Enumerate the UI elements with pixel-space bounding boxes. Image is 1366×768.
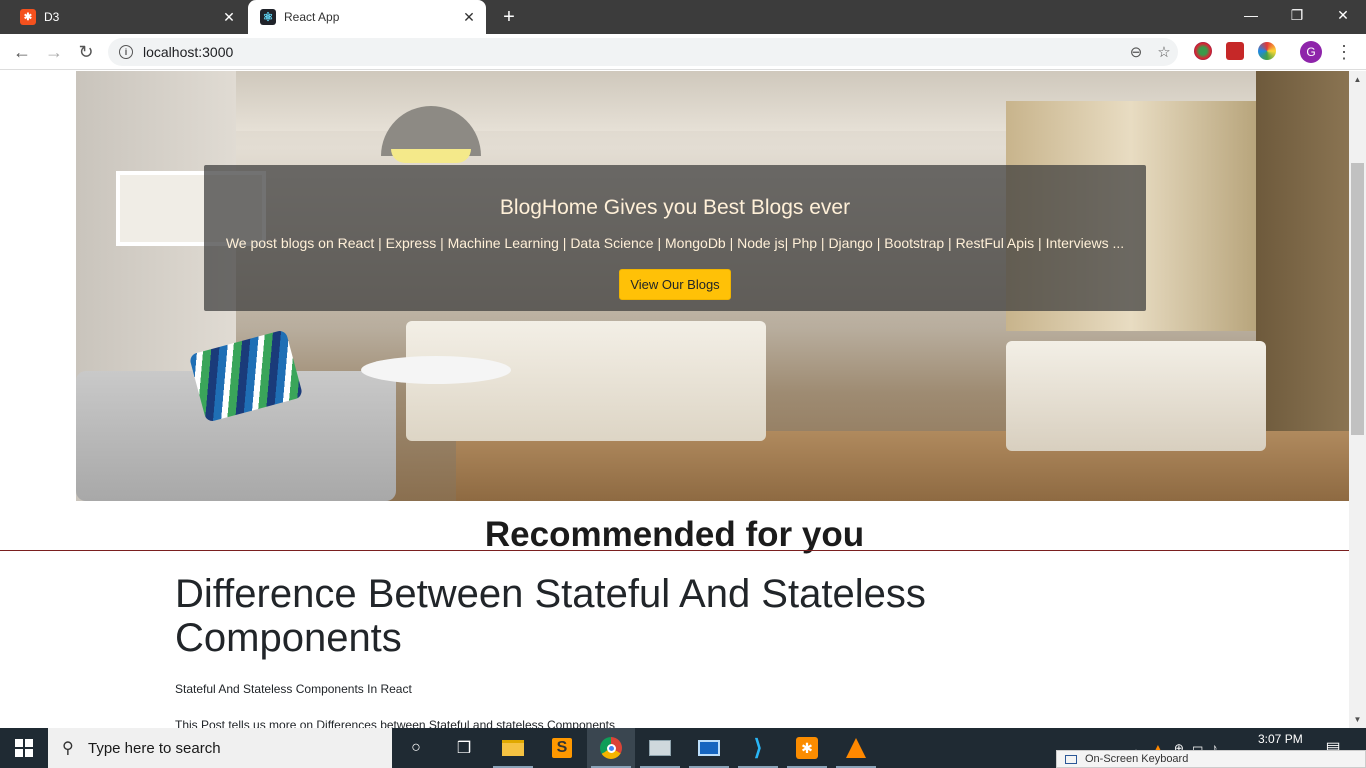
photos-icon[interactable] <box>636 728 684 768</box>
post-description: This Post tells us more on Differences b… <box>175 718 616 728</box>
keyboard-icon <box>1065 754 1077 764</box>
hero-title: BlogHome Gives you Best Blogs ever <box>499 196 851 219</box>
chrome-icon[interactable] <box>587 728 635 768</box>
on-screen-keyboard-window[interactable]: On-Screen Keyboard <box>1056 750 1366 768</box>
start-button[interactable] <box>0 728 48 768</box>
post-title[interactable]: Difference Between Stateful And Stateles… <box>175 572 1075 660</box>
windows-taskbar: ⚲ Type here to search ○ ❒ S ⟩ ✱ ︿ ▲ ⊕ ▭ … <box>0 728 1366 768</box>
address-bar[interactable]: i localhost:3000 ⊖ ☆ <box>108 38 1178 66</box>
browser-tab-strip: ✱ D3 ✕ ⚛ React App ✕ + — ❐ ✕ <box>0 0 1366 34</box>
close-tab-icon[interactable]: ✕ <box>458 6 480 28</box>
taskbar-search-box[interactable]: ⚲ Type here to search <box>48 728 392 768</box>
recommended-heading: Recommended for you <box>484 515 865 554</box>
page-viewport: BlogHome Gives you Best Blogs ever We po… <box>0 71 1349 728</box>
close-window-icon[interactable]: ✕ <box>1320 0 1366 30</box>
divider <box>0 550 1349 551</box>
browser-toolbar: ← → ↻ i localhost:3000 ⊖ ☆ <box>0 34 1366 70</box>
file-explorer-icon[interactable] <box>489 728 537 768</box>
task-view-icon[interactable]: ❒ <box>440 728 488 768</box>
tab-d3[interactable]: ✱ D3 ✕ <box>8 0 246 34</box>
react-favicon-icon: ⚛ <box>260 9 276 25</box>
scroll-down-arrow-icon[interactable]: ▼ <box>1349 711 1366 728</box>
url-text[interactable]: localhost:3000 <box>143 44 1122 60</box>
xampp-icon[interactable]: ✱ <box>783 728 831 768</box>
extension-red-icon[interactable] <box>1226 42 1244 60</box>
tab-title: D3 <box>44 10 60 24</box>
hero-bed-2 <box>1006 341 1266 451</box>
back-arrow-icon[interactable]: ← <box>8 38 36 66</box>
profile-avatar[interactable]: G <box>1300 41 1322 63</box>
browser-menu-icon[interactable]: ⋮ <box>1334 38 1354 66</box>
taskbar-clock[interactable]: 3:07 PM <box>1258 732 1303 746</box>
extension-globe-icon[interactable] <box>1194 42 1212 60</box>
site-info-icon[interactable]: i <box>119 45 133 59</box>
cortana-icon[interactable]: ○ <box>392 728 440 768</box>
minimize-window-icon[interactable]: — <box>1228 0 1274 30</box>
osk-title: On-Screen Keyboard <box>1085 753 1189 765</box>
tab-react-app[interactable]: ⚛ React App ✕ <box>248 0 486 34</box>
post-subtitle: Stateful And Stateless Components In Rea… <box>175 682 412 696</box>
vlc-icon[interactable] <box>832 728 880 768</box>
tab-title: React App <box>284 10 340 24</box>
hero-lamp-glow <box>391 149 471 163</box>
search-icon: ⚲ <box>62 740 74 757</box>
page-scrollbar[interactable]: ▲ ▼ <box>1349 71 1366 728</box>
forward-arrow-icon[interactable]: → <box>40 38 68 66</box>
xampp-favicon-icon: ✱ <box>20 9 36 25</box>
reload-icon[interactable]: ↻ <box>72 38 100 66</box>
new-tab-button[interactable]: + <box>496 5 522 29</box>
restore-window-icon[interactable]: ❐ <box>1274 0 1320 30</box>
hero-table <box>361 356 511 384</box>
view-blogs-button[interactable]: View Our Blogs <box>619 269 731 300</box>
scroll-up-arrow-icon[interactable]: ▲ <box>1349 71 1366 88</box>
search-placeholder: Type here to search <box>88 739 221 757</box>
bookmark-star-icon[interactable]: ☆ <box>1150 38 1178 66</box>
sublime-icon[interactable]: S <box>538 728 586 768</box>
scrollbar-thumb[interactable] <box>1351 163 1364 435</box>
remote-desktop-icon[interactable] <box>685 728 733 768</box>
windows-logo-icon <box>15 739 33 757</box>
extension-color-wheel-icon[interactable] <box>1258 42 1276 60</box>
close-tab-icon[interactable]: ✕ <box>218 6 240 28</box>
hero-subtitle: We post blogs on React | Express | Machi… <box>225 235 1125 251</box>
zoom-icon[interactable]: ⊖ <box>1122 38 1150 66</box>
hero-overlay-card: BlogHome Gives you Best Blogs ever We po… <box>204 165 1146 311</box>
vscode-icon[interactable]: ⟩ <box>734 728 782 768</box>
